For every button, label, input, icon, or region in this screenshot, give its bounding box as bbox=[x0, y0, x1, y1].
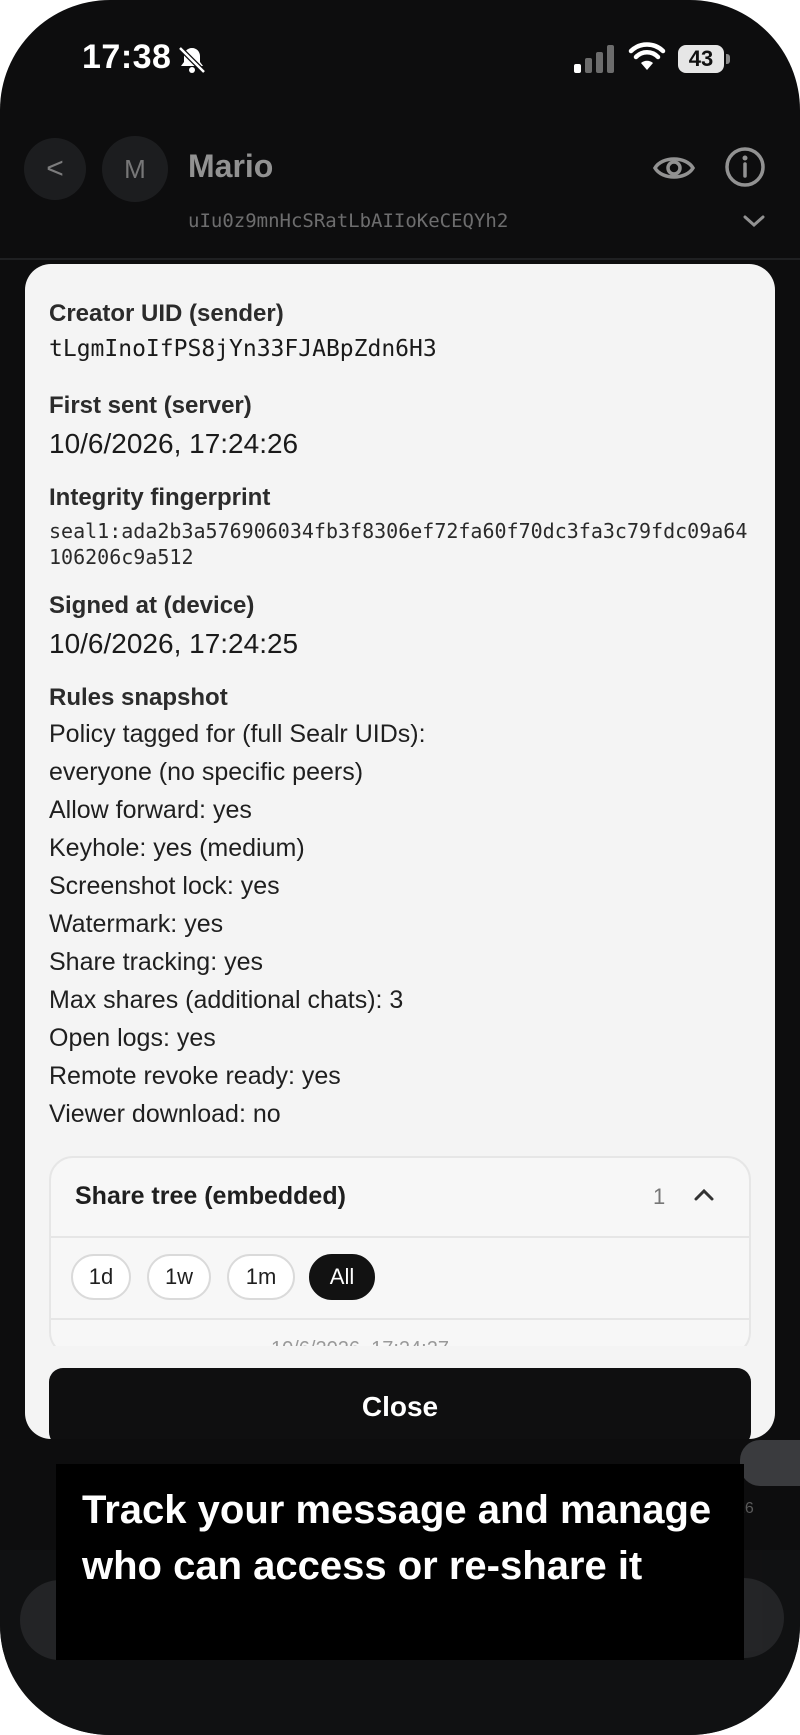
rule-line: Keyhole: yes (medium) bbox=[49, 834, 305, 862]
wifi-icon bbox=[628, 42, 666, 70]
phone-screen: 17:38 43 < M Mario uIu0z9mnHcSRatLbAIIoK… bbox=[0, 0, 800, 1735]
filter-chip-all[interactable]: All bbox=[309, 1254, 375, 1300]
rules-snapshot-label: Rules snapshot bbox=[49, 684, 228, 711]
filter-chip-1d[interactable]: 1d bbox=[71, 1254, 131, 1300]
rule-line: Policy tagged for (full Sealr UIDs): bbox=[49, 720, 426, 748]
cellular-signal-icon bbox=[574, 45, 614, 73]
first-sent-label: First sent (server) bbox=[49, 392, 252, 419]
share-tree-divider bbox=[51, 1318, 749, 1320]
rule-line: Allow forward: yes bbox=[49, 796, 252, 824]
rule-line: Open logs: yes bbox=[49, 1024, 216, 1052]
creator-uid-value: tLgmInoIfPS8jYn33FJABpZdn6H3 bbox=[49, 336, 437, 362]
contact-name[interactable]: Mario bbox=[188, 148, 273, 185]
status-time: 17:38 bbox=[82, 38, 172, 76]
rule-line: Share tracking: yes bbox=[49, 948, 263, 976]
message-bubble-edge bbox=[740, 1440, 800, 1486]
share-tree-title[interactable]: Share tree (embedded) bbox=[75, 1182, 346, 1211]
creator-uid-label: Creator UID (sender) bbox=[49, 300, 284, 327]
signed-at-value: 10/6/2026, 17:24:25 bbox=[49, 628, 299, 659]
share-tree-count: 1 bbox=[653, 1184, 666, 1209]
battery-icon: 43 bbox=[678, 45, 730, 73]
first-sent-value: 10/6/2026, 17:24:26 bbox=[49, 428, 299, 459]
caption-text: Track your message and manage who can ac… bbox=[82, 1488, 712, 1588]
avatar[interactable]: M bbox=[102, 136, 168, 202]
header-divider bbox=[0, 258, 800, 260]
fingerprint-label: Integrity fingerprint bbox=[49, 484, 271, 511]
filter-chip-1w[interactable]: 1w bbox=[147, 1254, 211, 1300]
share-tree-card: Share tree (embedded) 1 1d 1w 1m All 10/… bbox=[49, 1156, 751, 1346]
rule-line: Remote revoke ready: yes bbox=[49, 1062, 341, 1090]
close-button[interactable]: Close bbox=[49, 1368, 751, 1439]
info-icon[interactable] bbox=[724, 146, 766, 188]
back-button[interactable]: < bbox=[24, 138, 86, 200]
rule-line: Watermark: yes bbox=[49, 910, 224, 938]
signed-at-label: Signed at (device) bbox=[49, 592, 255, 619]
message-details-sheet: Creator UID (sender) tLgmInoIfPS8jYn33FJ… bbox=[25, 264, 775, 1439]
battery-level: 43 bbox=[688, 46, 714, 71]
contact-uid: uIu0z9mnHcSRatLbAIIoKeCEQYh2 bbox=[188, 210, 509, 232]
bell-off-icon bbox=[178, 46, 206, 74]
chat-header: < M Mario uIu0z9mnHcSRatLbAIIoKeCEQYh2 bbox=[0, 120, 800, 260]
rule-line: everyone (no specific peers) bbox=[49, 758, 364, 786]
caption-banner: Track your message and manage who can ac… bbox=[56, 1464, 744, 1660]
filter-chip-1m[interactable]: 1m bbox=[227, 1254, 295, 1300]
chevron-up-icon[interactable] bbox=[691, 1184, 717, 1206]
share-tree-row[interactable]: 10/6/2026, 17:24:27 bbox=[271, 1338, 449, 1346]
fingerprint-value: seal1:ada2b3a576906034fb3f8306ef72fa60f7… bbox=[49, 519, 748, 569]
status-bar: 17:38 43 bbox=[0, 0, 800, 110]
rule-line: Viewer download: no bbox=[49, 1100, 281, 1128]
details-scroll-area[interactable]: Creator UID (sender) tLgmInoIfPS8jYn33FJ… bbox=[25, 264, 775, 1346]
chevron-down-icon[interactable] bbox=[742, 212, 766, 230]
share-tree-divider bbox=[51, 1236, 749, 1238]
rule-line: Screenshot lock: yes bbox=[49, 872, 280, 900]
eye-icon[interactable] bbox=[652, 150, 696, 186]
rule-line: Max shares (additional chats): 3 bbox=[49, 986, 404, 1014]
